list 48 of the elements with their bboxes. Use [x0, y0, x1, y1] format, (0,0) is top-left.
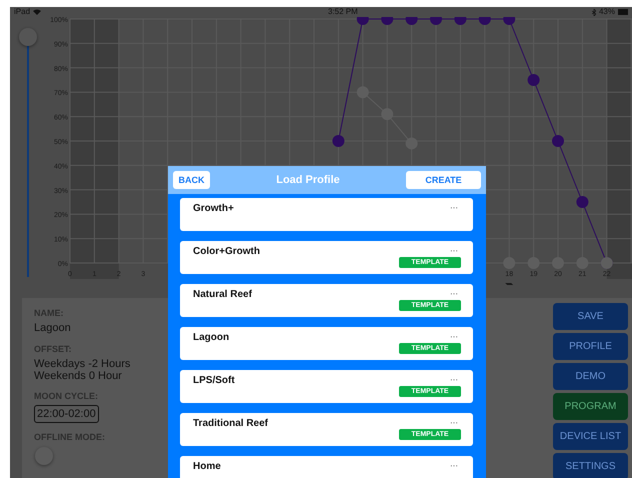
- profile-name: Lagoon: [193, 332, 230, 345]
- more-options-button[interactable]: ···: [450, 203, 458, 212]
- profile-card[interactable]: Home ···: [180, 456, 473, 478]
- more-options-button[interactable]: ···: [450, 246, 458, 255]
- create-button[interactable]: CREATE: [406, 171, 481, 189]
- menu-button[interactable]: PROGRAM: [553, 393, 628, 420]
- profile-name: Lagoon: [34, 322, 71, 334]
- menu-button[interactable]: PROFILE: [553, 333, 628, 360]
- data-point: [478, 17, 491, 25]
- menu-button[interactable]: SAVE: [553, 303, 628, 330]
- data-point: [454, 17, 466, 25]
- slider-thumb[interactable]: [18, 28, 36, 46]
- more-options-button[interactable]: ···: [450, 375, 458, 384]
- more-options-button[interactable]: ···: [450, 332, 458, 341]
- data-point: [576, 196, 588, 208]
- menu-button[interactable]: SETTINGS: [553, 453, 628, 478]
- device-name: iPad: [14, 7, 30, 17]
- battery-percent: 43%: [598, 7, 615, 17]
- menu-button[interactable]: DEMO: [553, 363, 628, 390]
- profile-card[interactable]: Growth+ ···: [180, 198, 473, 231]
- vertical-slider[interactable]: [18, 28, 36, 277]
- profile-name: Growth+: [193, 203, 234, 216]
- profile-name: Color+Growth: [193, 246, 260, 259]
- back-button[interactable]: BACK: [173, 171, 210, 189]
- more-options-button[interactable]: ···: [450, 289, 458, 298]
- dialog-title: Load Profile: [276, 174, 340, 186]
- offset-text: Weekdays -2 Hours: [34, 358, 130, 370]
- data-point: [381, 17, 394, 25]
- data-point: [503, 17, 516, 25]
- data-point: [406, 17, 418, 25]
- data-point: [552, 135, 564, 147]
- menu-button[interactable]: DEVICE LIST: [553, 423, 628, 450]
- profile-name: Natural Reef: [193, 289, 252, 302]
- bluetooth-icon: [592, 8, 596, 16]
- marker-icon: [505, 283, 514, 285]
- offset-text: Weekends 0 Hour: [34, 370, 122, 382]
- data-point: [332, 135, 344, 147]
- more-options-button[interactable]: ···: [450, 461, 458, 470]
- profile-name: Home: [193, 461, 221, 474]
- battery-icon: [618, 9, 628, 15]
- profile-name: LPS/Soft: [193, 375, 235, 388]
- wifi-icon: [33, 9, 42, 15]
- data-point: [356, 17, 369, 25]
- data-point: [430, 17, 442, 25]
- data-point: [528, 74, 540, 86]
- status-time: 3:52 PM: [328, 7, 358, 17]
- more-options-button[interactable]: ···: [450, 418, 458, 427]
- profile-name: Traditional Reef: [193, 418, 268, 431]
